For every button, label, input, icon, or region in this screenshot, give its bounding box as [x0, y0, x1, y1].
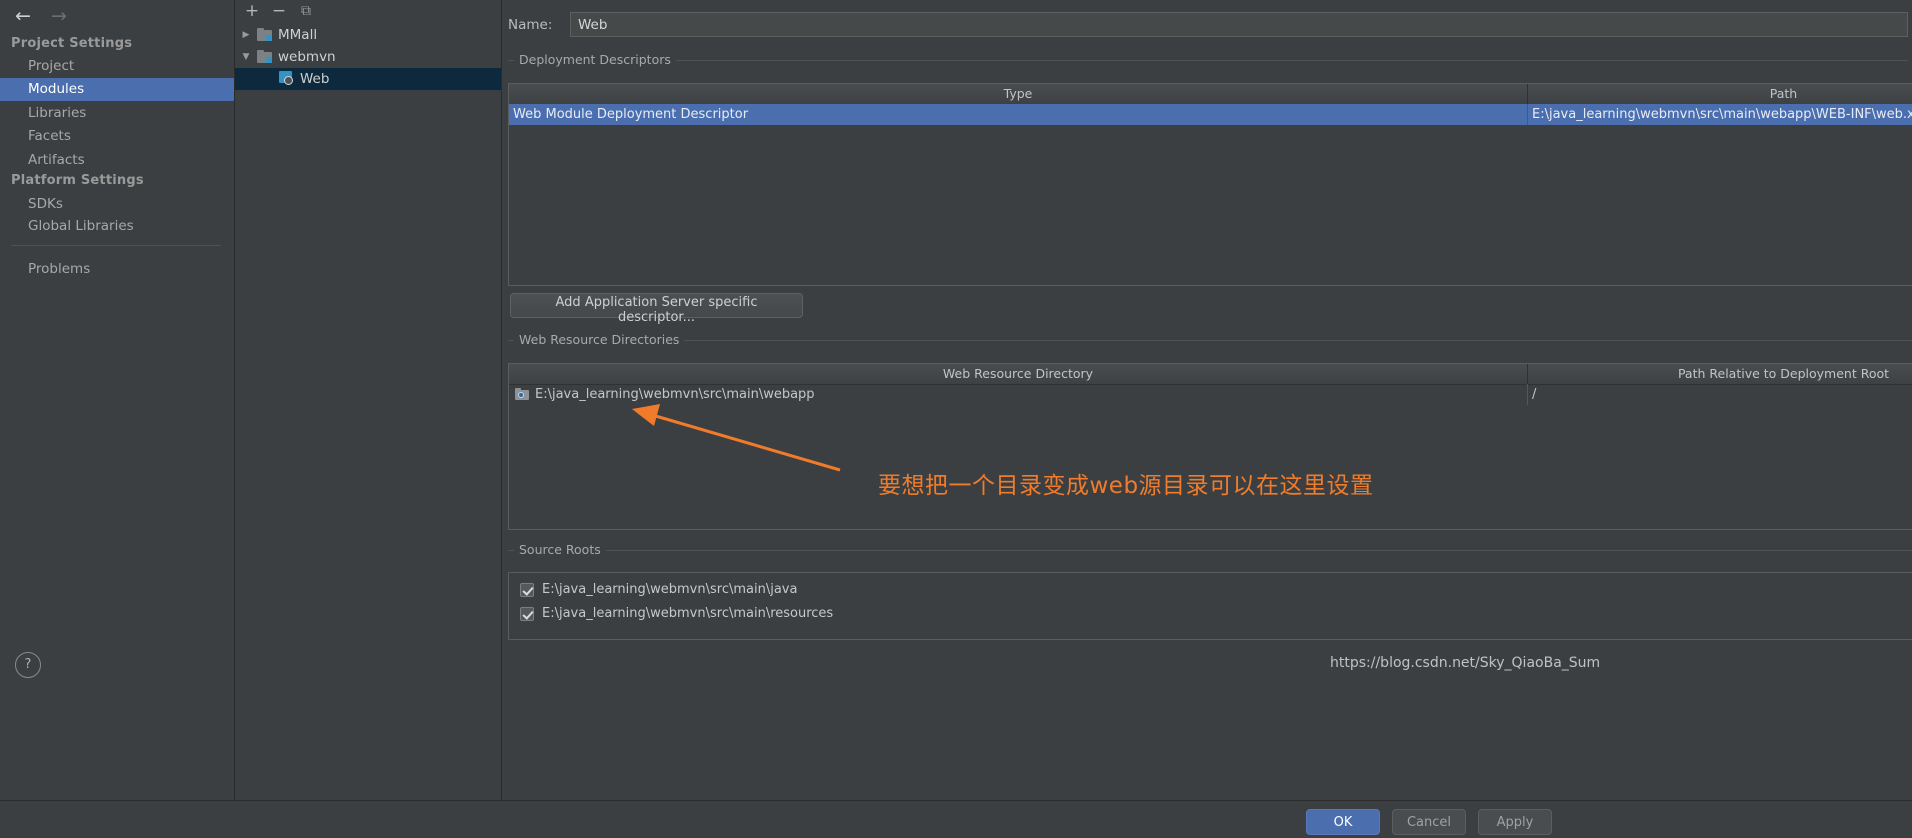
tree-node-label: webmvn: [278, 49, 336, 65]
sidebar-item-label: Modules: [28, 81, 85, 97]
chevron-down-icon[interactable]: ▼: [240, 46, 252, 68]
module-folder-icon: [257, 50, 272, 63]
sidebar-item-modules[interactable]: Modules: [0, 78, 234, 101]
dialog-footer: OK Cancel Apply: [0, 801, 1912, 838]
tree-node-label: Web: [300, 71, 330, 87]
sidebar-item-artifacts[interactable]: Artifacts: [0, 149, 234, 172]
column-header-path[interactable]: Path: [1528, 84, 1912, 104]
add-module-button[interactable]: +: [241, 2, 263, 22]
tree-node-web-facet[interactable]: Web: [235, 68, 501, 90]
add-application-server-descriptor-button[interactable]: Add Application Server specific descript…: [510, 293, 803, 325]
checkbox-icon[interactable]: [520, 607, 534, 621]
cell-separator: [1527, 104, 1528, 125]
column-header-web-resource-directory[interactable]: Web Resource Directory: [509, 364, 1527, 384]
sidebar-item-global-libraries[interactable]: Global Libraries: [0, 215, 234, 238]
source-root-label: E:\java_learning\webmvn\src\main\resourc…: [542, 606, 834, 621]
cell-path: E:\java_learning\webmvn\src\main\webapp\…: [1532, 107, 1912, 122]
web-resource-directories-title: Web Resource Directories: [514, 332, 685, 347]
sidebar-item-problems[interactable]: Problems: [0, 258, 234, 281]
column-header-path-relative[interactable]: Path Relative to Deployment Root: [1528, 364, 1912, 384]
source-root-item-resources[interactable]: E:\java_learning\webmvn\src\main\resourc…: [509, 602, 1912, 626]
sidebar-divider: [11, 245, 221, 246]
sidebar-item-label: Global Libraries: [28, 218, 134, 234]
source-root-label: E:\java_learning\webmvn\src\main\java: [542, 582, 798, 597]
source-roots-group: Source Roots: [508, 542, 1912, 557]
sidebar-item-sdks[interactable]: SDKs: [0, 193, 234, 216]
facet-settings-panel: Name: Deployment Descriptors Type Path W…: [502, 0, 1912, 800]
cancel-button[interactable]: Cancel: [1392, 809, 1466, 835]
table-row[interactable]: E:\java_learning\webmvn\src\main\webapp …: [509, 384, 1912, 405]
chevron-right-icon[interactable]: ▶: [240, 24, 252, 46]
source-roots-title: Source Roots: [514, 542, 606, 557]
sidebar-item-label: Libraries: [28, 105, 87, 121]
watermark-text: https://blog.csdn.net/Sky_QiaoBa_Sum: [1330, 655, 1601, 671]
sidebar-item-project[interactable]: Project: [0, 55, 234, 78]
apply-button[interactable]: Apply: [1478, 809, 1552, 835]
nav-history-controls: ← →: [8, 4, 128, 30]
directory-icon: [515, 388, 529, 400]
modules-tree-toolbar: + − ⧉: [235, 0, 501, 24]
ok-button[interactable]: OK: [1306, 809, 1380, 835]
column-header-type[interactable]: Type: [509, 84, 1527, 104]
deployment-descriptors-group: Deployment Descriptors: [508, 52, 1908, 67]
sidebar-item-label: SDKs: [28, 196, 63, 212]
checkbox-icon[interactable]: [520, 583, 534, 597]
sidebar-item-label: Facets: [28, 128, 71, 144]
table-header: Web Resource Directory Path Relative to …: [509, 364, 1912, 385]
help-icon[interactable]: ?: [15, 652, 41, 678]
name-label: Name:: [508, 17, 553, 33]
source-roots-list: E:\java_learning\webmvn\src\main\java E:…: [508, 572, 1912, 640]
deployment-descriptors-table[interactable]: Type Path Web Module Deployment Descript…: [508, 83, 1912, 286]
modules-tree-panel: + − ⧉ ▶ MMall ▼ webmvn Web: [235, 0, 502, 800]
tree-node-mmall[interactable]: ▶ MMall: [235, 24, 501, 46]
source-root-item-java[interactable]: E:\java_learning\webmvn\src\main\java: [509, 578, 1912, 602]
web-facet-icon: [279, 71, 294, 85]
cell-relative-path: /: [1532, 387, 1537, 402]
arrow-left-icon[interactable]: ←: [10, 7, 36, 27]
table-header: Type Path: [509, 84, 1912, 105]
cell-separator: [1527, 384, 1528, 405]
cell-type: Web Module Deployment Descriptor: [513, 107, 749, 122]
deployment-descriptors-title: Deployment Descriptors: [514, 52, 676, 67]
sidebar-item-label: Project: [28, 58, 75, 74]
arrow-right-icon[interactable]: →: [46, 7, 72, 27]
sidebar-item-label: Artifacts: [28, 152, 85, 168]
remove-module-button[interactable]: −: [268, 2, 290, 22]
settings-sidebar: ← → Project Settings Project Modules Lib…: [0, 0, 235, 800]
project-structure-dialog: ← → Project Settings Project Modules Lib…: [0, 0, 1912, 838]
copy-module-button[interactable]: ⧉: [295, 2, 317, 22]
sidebar-item-facets[interactable]: Facets: [0, 125, 234, 148]
sidebar-item-label: Problems: [28, 261, 91, 277]
table-row[interactable]: Web Module Deployment Descriptor E:\java…: [509, 104, 1912, 125]
group-divider: [508, 340, 1912, 341]
cell-web-resource-directory: E:\java_learning\webmvn\src\main\webapp: [535, 387, 815, 402]
annotation-text: 要想把一个目录变成web源目录可以在这里设置: [878, 473, 1374, 499]
sidebar-group-platform-settings: Platform Settings: [11, 173, 144, 188]
group-divider: [508, 550, 1912, 551]
name-input[interactable]: [570, 12, 1908, 37]
group-divider: [508, 60, 1908, 61]
tree-node-webmvn[interactable]: ▼ webmvn: [235, 46, 501, 68]
module-folder-icon: [257, 28, 272, 41]
sidebar-group-project-settings: Project Settings: [11, 36, 133, 51]
tree-node-label: MMall: [278, 27, 318, 43]
web-resource-directories-table[interactable]: Web Resource Directory Path Relative to …: [508, 363, 1912, 530]
web-resource-directories-group: Web Resource Directories: [508, 332, 1912, 347]
sidebar-item-libraries[interactable]: Libraries: [0, 102, 234, 125]
